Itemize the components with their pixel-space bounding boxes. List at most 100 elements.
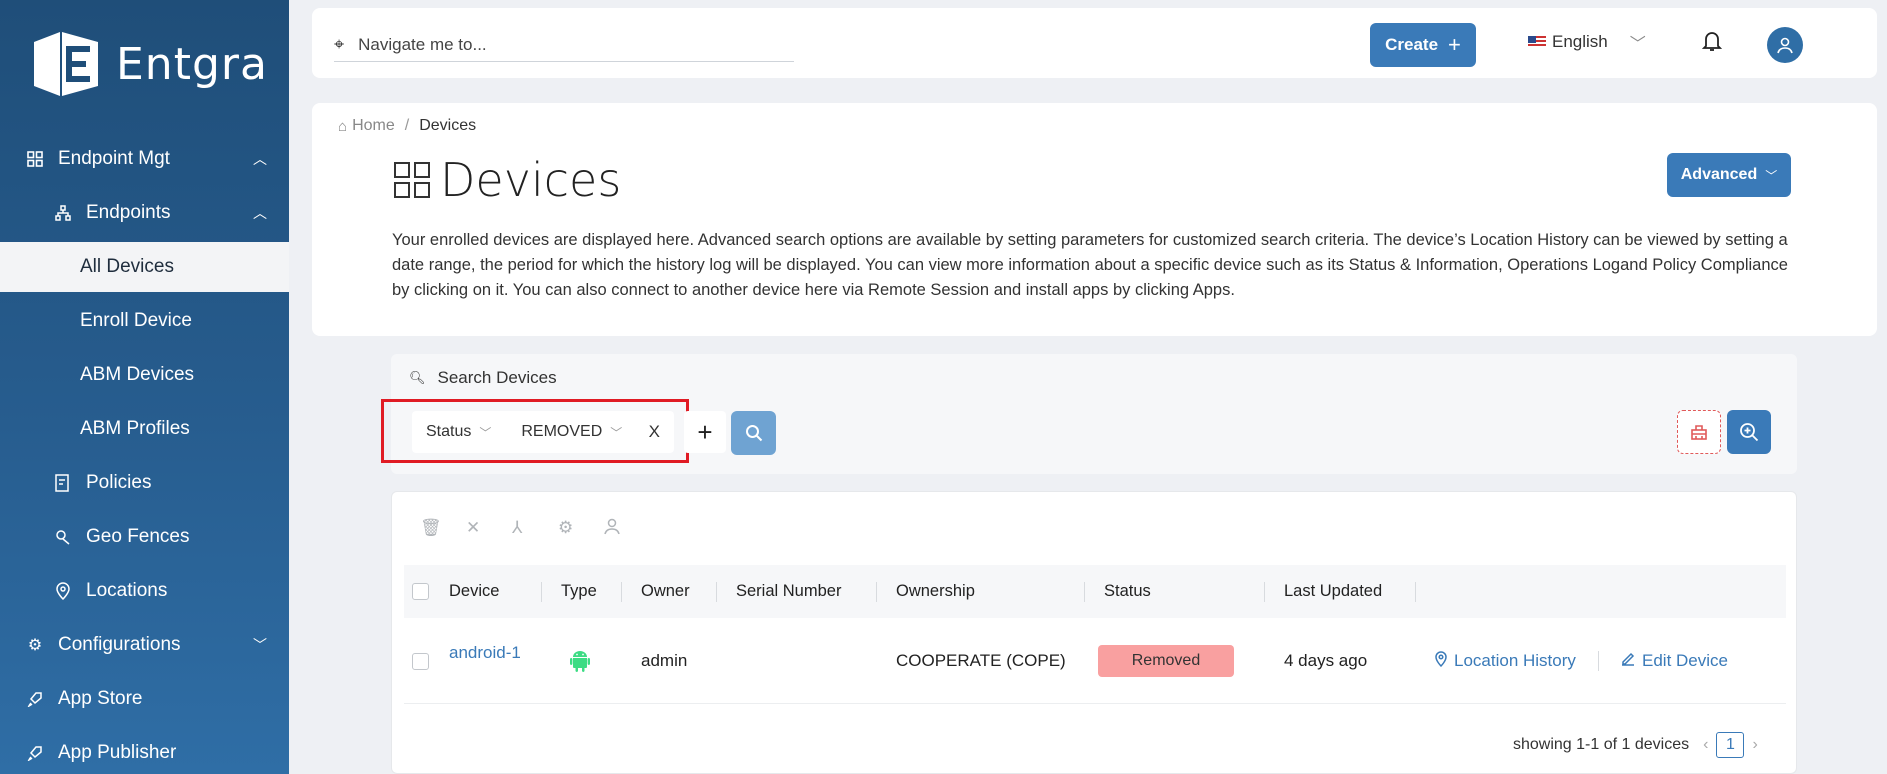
advanced-label: Advanced [1680, 166, 1758, 183]
zoom-in-icon [1740, 423, 1759, 442]
home-icon: ⌂ [338, 117, 348, 135]
clear-filter-icon [1691, 425, 1707, 440]
location-history-label: Location History [1454, 651, 1576, 670]
chevron-up-icon: ︿ [253, 151, 267, 167]
user-avatar-icon[interactable] [1767, 27, 1803, 63]
pagination: showing 1-1 of 1 devices ‹ 1 › [1513, 732, 1766, 758]
breadcrumb: ⌂ Home / Devices [338, 117, 476, 135]
chevron-left-icon[interactable]: ‹ [1703, 736, 1708, 754]
column-last-updated[interactable]: Last Updated [1284, 565, 1382, 618]
search-icon [745, 425, 762, 442]
edit-device-label: Edit Device [1642, 651, 1728, 670]
page-title: Devices [394, 153, 621, 207]
sidebar-item-app-store[interactable]: App Store [0, 674, 289, 724]
sidebar-item-label: Endpoints [86, 202, 171, 223]
hierarchy-icon [52, 202, 74, 224]
sidebar-item-label: ABM Devices [80, 364, 195, 385]
add-filter-button[interactable]: + [684, 411, 726, 453]
language-label: English [1552, 32, 1608, 51]
search-devices-label: 🔍︎ Search Devices [409, 368, 557, 388]
chevron-up-icon: ︿ [253, 205, 267, 221]
chevron-down-icon: ﹀ [610, 425, 623, 440]
status-badge: Removed [1098, 645, 1234, 677]
sidebar-item-label: Locations [86, 580, 168, 601]
navigate-search-input[interactable]: ⌖ Navigate me to... [334, 28, 794, 62]
user-icon[interactable] [604, 518, 650, 540]
page-number-button[interactable]: 1 [1716, 732, 1745, 758]
topbar: ⌖ Navigate me to... Create + English ﹀ [312, 8, 1877, 78]
edit-device-link[interactable]: Edit Device [1620, 618, 1728, 704]
close-icon[interactable]: ✕ [466, 518, 512, 540]
sidebar-item-label: All Devices [80, 256, 174, 277]
status-filter-chip[interactable]: Status ﹀ REMOVED ﹀ X [412, 411, 674, 453]
column-type[interactable]: Type [561, 565, 597, 618]
sidebar-item-label: App Store [58, 688, 143, 709]
chevron-right-icon[interactable]: › [1752, 736, 1757, 754]
chevron-down-icon: ﹀ [253, 637, 267, 653]
advanced-search-button[interactable] [1727, 410, 1771, 454]
sidebar-item-app-publisher[interactable]: App Publisher [0, 728, 289, 774]
column-status[interactable]: Status [1104, 565, 1151, 618]
location-history-link[interactable]: Location History [1434, 618, 1576, 704]
sidebar-item-label: Enroll Device [80, 310, 192, 331]
table-row[interactable]: android-1 admin COOPERATE (COPE) Removed… [404, 618, 1786, 704]
filter-field-select[interactable]: Status ﹀ [426, 423, 491, 441]
group-icon[interactable]: ⅄ [512, 518, 558, 540]
sidebar-item-label: Configurations [58, 634, 181, 655]
column-serial-number[interactable]: Serial Number [736, 565, 841, 618]
plus-icon: + [1448, 32, 1461, 57]
device-name-link[interactable]: android-1 [449, 618, 521, 704]
select-all-checkbox[interactable] [412, 565, 429, 618]
ownership-cell: COOPERATE (COPE) [896, 651, 1066, 670]
devices-grid-icon [394, 162, 430, 198]
sidebar-item-enroll-device[interactable]: Enroll Device [0, 296, 289, 346]
breadcrumb-separator: / [404, 117, 410, 134]
language-selector[interactable]: English ﹀ [1528, 30, 1646, 54]
sidebar-item-configurations[interactable]: ⚙ Configurations ﹀ [0, 620, 289, 670]
clear-filters-button[interactable] [1677, 410, 1721, 454]
create-label: Create [1385, 35, 1439, 54]
filter-value-select[interactable]: REMOVED ﹀ [521, 423, 622, 441]
bulk-actions-toolbar: 🗑︎ ✕ ⅄ ⚙ [420, 518, 650, 540]
crosshair-icon: ⌖ [334, 34, 345, 54]
advanced-button[interactable]: Advanced ﹀ [1667, 153, 1791, 197]
sidebar-item-locations[interactable]: Locations [0, 566, 289, 616]
chevron-down-icon: ﹀ [479, 425, 492, 440]
column-ownership[interactable]: Ownership [896, 565, 975, 618]
entgra-logo[interactable]: Entgra [30, 28, 268, 100]
grid-icon [24, 148, 46, 170]
delete-icon[interactable]: 🗑︎ [420, 518, 466, 540]
android-icon [570, 618, 590, 704]
plus-icon: + [697, 416, 713, 447]
create-button[interactable]: Create + [1370, 23, 1476, 67]
page-header: ⌂ Home / Devices Devices Advanced ﹀ Your… [312, 103, 1877, 336]
sidebar-item-label: Geo Fences [86, 526, 190, 547]
page-description: Your enrolled devices are displayed here… [392, 231, 1788, 299]
sidebar-item-label: Endpoint Mgt [58, 148, 170, 169]
sidebar-item-all-devices[interactable]: All Devices [0, 242, 289, 292]
device-link-text[interactable]: android-1 [449, 643, 521, 663]
column-owner[interactable]: Owner [641, 565, 690, 618]
column-device[interactable]: Device [449, 565, 499, 618]
location-pin-icon [1434, 650, 1448, 672]
sidebar-item-endpoints[interactable]: Endpoints ︿ [0, 188, 289, 238]
page-title-text: Devices [440, 153, 622, 207]
pagination-text: showing 1-1 of 1 devices [1513, 736, 1690, 753]
row-checkbox[interactable] [412, 618, 429, 704]
search-button[interactable] [731, 411, 776, 455]
breadcrumb-home[interactable]: Home [352, 117, 395, 135]
remove-filter-button[interactable]: X [649, 422, 660, 442]
bell-icon[interactable] [1701, 30, 1723, 58]
sidebar-item-label: ABM Profiles [80, 418, 190, 439]
sidebar-item-geo-fences[interactable]: Geo Fences [0, 512, 289, 562]
logo-text: Entgra [116, 38, 268, 90]
sidebar-item-policies[interactable]: Policies [0, 458, 289, 508]
gear-icon[interactable]: ⚙ [558, 518, 604, 540]
rocket-icon [24, 688, 46, 710]
sidebar-item-endpoint-mgt[interactable]: Endpoint Mgt ︿ [0, 134, 289, 184]
edit-icon [1620, 651, 1636, 672]
sidebar-item-abm-profiles[interactable]: ABM Profiles [0, 404, 289, 454]
sidebar-item-abm-devices[interactable]: ABM Devices [0, 350, 289, 400]
devices-table-card: 🗑︎ ✕ ⅄ ⚙ Device Type Owner Serial Number… [391, 491, 1797, 774]
gear-icon: ⚙ [27, 637, 43, 654]
